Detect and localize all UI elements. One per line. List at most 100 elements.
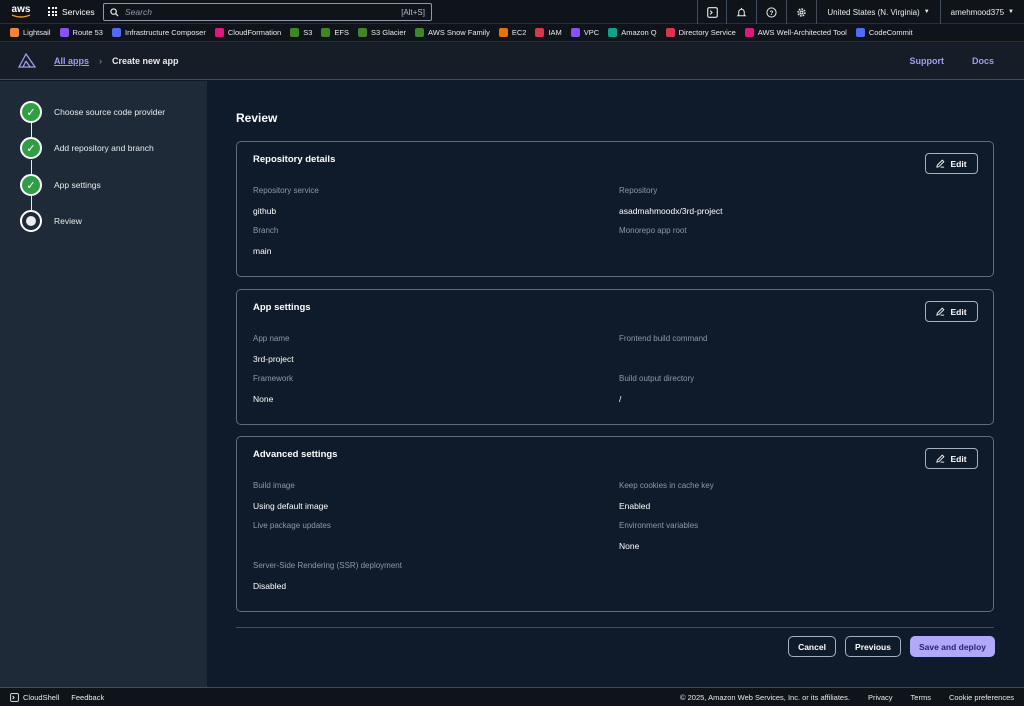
svg-text:?: ?: [770, 9, 774, 16]
service-icon: [855, 28, 865, 37]
service-icon: [111, 28, 121, 37]
favorite-vpc[interactable]: VPC: [570, 28, 599, 37]
field-label: Branch: [253, 226, 279, 235]
search-input[interactable]: [125, 7, 396, 17]
aws-logo[interactable]: aws: [0, 0, 42, 24]
field-label: Build output directory: [619, 374, 695, 383]
cloudshell-icon: [10, 692, 19, 702]
search-box[interactable]: [Alt+S]: [103, 3, 432, 21]
edit-app-settings-button[interactable]: Edit: [925, 301, 978, 322]
terms-link[interactable]: Terms: [911, 693, 931, 702]
page-title: Review: [236, 111, 278, 125]
step-app-settings[interactable]: ✓ App settings: [20, 174, 101, 196]
save-and-deploy-button[interactable]: Save and deploy: [910, 636, 995, 657]
privacy-link[interactable]: Privacy: [868, 693, 893, 702]
edit-repository-button[interactable]: Edit: [925, 153, 978, 174]
field-label: Framework: [253, 374, 294, 383]
breadcrumb-all-apps-link[interactable]: All apps: [54, 56, 89, 66]
services-menu-button[interactable]: Services: [42, 0, 101, 24]
card-heading: App settings: [253, 302, 311, 313]
cancel-button[interactable]: Cancel: [788, 636, 836, 657]
edit-advanced-settings-button[interactable]: Edit: [925, 448, 978, 469]
service-icon: [535, 28, 545, 37]
favorite-codecommit[interactable]: CodeCommit: [855, 28, 913, 37]
field-label: Repository: [619, 186, 658, 195]
cloudshell-button[interactable]: [697, 0, 728, 24]
card-heading: Repository details: [253, 154, 336, 165]
repository-details-card: Repository details Edit Repository servi…: [236, 141, 994, 277]
feedback-link[interactable]: Feedback: [71, 693, 104, 702]
help-button[interactable]: ?: [757, 0, 788, 24]
field-label: Environment variables: [619, 521, 699, 530]
caret-down-icon: ▼: [923, 9, 930, 15]
amplify-logo[interactable]: [0, 53, 54, 68]
divider: [236, 627, 994, 628]
service-icon: [415, 28, 425, 37]
favorite-amazon-q[interactable]: Amazon Q: [608, 28, 657, 37]
favorite-s3-glacier[interactable]: S3 Glacier: [358, 28, 406, 37]
search-shortcut: [Alt+S]: [401, 7, 425, 17]
cloudshell-icon: [707, 6, 718, 18]
breadcrumb-current: Create new app: [112, 55, 179, 66]
field-value: Enabled: [619, 501, 651, 511]
field-value: None: [253, 394, 274, 404]
favorite-efs[interactable]: EFS: [321, 28, 349, 37]
favorite-iam[interactable]: IAM: [535, 28, 562, 37]
step-connector: [31, 123, 32, 137]
service-icon: [498, 28, 508, 37]
field-label: Live package updates: [253, 521, 331, 530]
favorite-aws-well-architected-tool[interactable]: AWS Well-Architected Tool: [744, 28, 847, 37]
field-label: Frontend build command: [619, 334, 708, 343]
favorite-ec2[interactable]: EC2: [498, 28, 526, 37]
help-icon: ?: [766, 6, 777, 18]
field-value: Disabled: [253, 581, 287, 591]
cookie-preferences-link[interactable]: Cookie preferences: [949, 693, 1014, 702]
docs-link[interactable]: Docs: [972, 56, 994, 66]
card-heading: Advanced settings: [253, 449, 338, 460]
favorite-cloudformation[interactable]: CloudFormation: [214, 28, 281, 37]
footer: CloudShell Feedback © 2025, Amazon Web S…: [0, 687, 1024, 706]
app-header: All apps › Create new app Support Docs: [0, 42, 1024, 80]
service-icon: [321, 28, 331, 37]
favorites-bar: Lightsail Route 53 Infrastructure Composer…: [0, 24, 1024, 42]
check-icon: ✓: [20, 101, 42, 123]
pencil-icon: [936, 159, 945, 168]
account-menu[interactable]: amehmood375 ▼: [941, 0, 1024, 24]
service-icon: [608, 28, 618, 37]
main-content: Review Repository details Edit Repositor…: [207, 81, 1024, 687]
step-add-repository[interactable]: ✓ Add repository and branch: [20, 137, 154, 159]
service-icon: [10, 28, 19, 37]
gear-icon: [797, 7, 807, 17]
wizard-steps-sidebar: ✓ Choose source code provider ✓ Add repo…: [0, 81, 207, 687]
field-value: /: [619, 394, 622, 404]
favorite-lightsail[interactable]: Lightsail: [10, 28, 51, 37]
favorite-aws-snow-family[interactable]: AWS Snow Family: [415, 28, 490, 37]
field-label: Server-Side Rendering (SSR) deployment: [253, 561, 402, 570]
aws-smile-icon: [11, 13, 31, 18]
favorite-s3[interactable]: S3: [290, 28, 312, 37]
favorite-route-53[interactable]: Route 53: [59, 28, 103, 37]
field-label: Keep cookies in cache key: [619, 481, 714, 490]
notifications-button[interactable]: [727, 0, 758, 24]
current-step-icon: [20, 210, 42, 232]
cloudshell-footer-button[interactable]: CloudShell: [10, 693, 59, 702]
step-choose-source[interactable]: ✓ Choose source code provider: [20, 101, 165, 123]
pencil-icon: [936, 307, 945, 316]
service-icon: [214, 28, 224, 37]
settings-button[interactable]: [787, 0, 818, 24]
favorite-directory-service[interactable]: Directory Service: [665, 28, 736, 37]
advanced-settings-card: Advanced settings Edit Build image Using…: [236, 436, 994, 612]
service-icon: [358, 28, 367, 37]
previous-button[interactable]: Previous: [845, 636, 901, 657]
region-selector[interactable]: United States (N. Virginia) ▼: [817, 0, 941, 24]
field-label: Build image: [253, 481, 295, 490]
field-value: main: [253, 246, 272, 256]
support-link[interactable]: Support: [909, 56, 944, 66]
field-value: asadmahmoodx/3rd-project: [619, 206, 723, 216]
field-value: None: [619, 541, 640, 551]
breadcrumb: All apps › Create new app: [54, 56, 179, 66]
pencil-icon: [936, 454, 945, 463]
step-review: Review: [20, 210, 82, 232]
step-connector: [31, 160, 32, 174]
favorite-infrastructure-composer[interactable]: Infrastructure Composer: [111, 28, 206, 37]
